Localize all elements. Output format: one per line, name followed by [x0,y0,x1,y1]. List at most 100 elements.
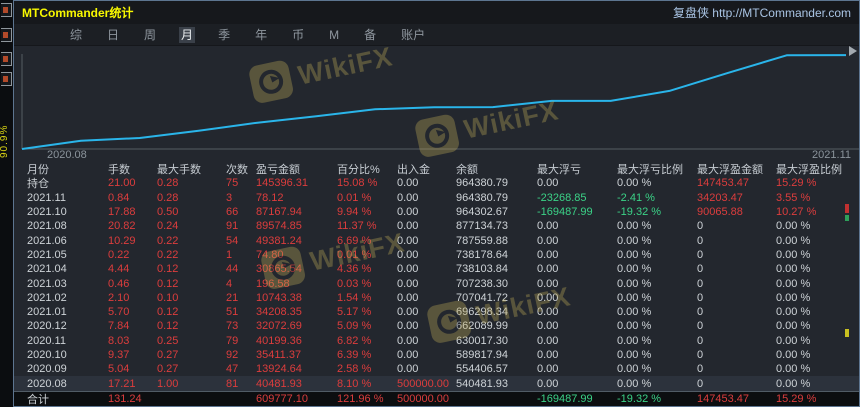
cell-balance: 554406.57 [456,363,508,376]
background-toolbar-button[interactable] [1,72,12,86]
background-toolbar-button[interactable] [1,52,12,66]
background-toolbar-button[interactable] [1,3,12,17]
cell-lots: 5.04 [108,363,130,376]
menu-item-day[interactable]: 日 [105,27,121,43]
cell-max-floating-profit: 0 [697,349,704,361]
table-row[interactable]: 2021.08 20.82 0.24 91 89574.85 11.37 % 0.00 877… [14,219,859,233]
cell-profit: 609777.10 [256,392,308,405]
table-row[interactable]: 2021.04 4.44 0.12 44 30865.54 4.36 % 0.00 73810… [14,262,859,276]
cell-max-floating-loss-pct: 0.00 % [617,334,652,347]
equity-line [21,54,847,150]
cell-lots: 0.84 [108,191,130,204]
cell-percent: 9.94 % [337,206,372,219]
cell-count: 1 [226,248,233,261]
cell-percent: 0.03 % [337,277,372,290]
table-total-row[interactable]: 合计 131.24 609777.10 121.96 % 500000.00 -16948… [14,390,859,407]
background-toolbar-button[interactable] [1,28,12,42]
cell-profit: 10743.38 [256,291,302,304]
cell-max-floating-profit: 0 [697,234,704,247]
cell-count: 4 [226,277,233,290]
brand-link[interactable]: 复盘侠 http://MTCommander.com [673,4,851,21]
cell-max-floating-loss: 0.00 [537,220,559,233]
table-row[interactable]: 2021.02 2.10 0.10 21 10743.38 1.54 % 0.00 70704… [14,291,859,305]
cell-profit: 49381.24 [256,234,302,247]
cell-max-lots: 0.28 [157,191,179,204]
cell-balance: 738103.84 [456,263,508,276]
cell-percent: 5.17 % [337,306,372,319]
cell-max-floating-loss: 0.00 [537,263,559,276]
cell-profit: 40481.93 [256,377,302,390]
edge-artifact [845,215,849,221]
menu-item-summary[interactable]: 综 [68,27,84,43]
scroll-right-arrow-icon[interactable] [849,46,857,56]
cell-max-floating-profit: 90065.88 [697,206,743,219]
cell-balance: 964302.67 [456,206,508,219]
row-month-label: 2021.02 [27,291,67,304]
cell-percent: 6.39 % [337,349,372,361]
cell-max-floating-profit: 0 [697,248,704,261]
cell-deposit: 0.00 [397,206,419,219]
cell-percent: 0.01 % [337,248,372,261]
menu-item-month[interactable]: 月 [179,26,196,43]
menu-item-backup[interactable]: 备 [362,27,378,43]
menu-item-account[interactable]: 账户 [399,27,427,43]
table-row[interactable]: 2021.05 0.22 0.22 1 74.80 0.01 % 0.00 738178.64… [14,248,859,262]
table-row[interactable]: 2020.09 5.04 0.27 47 13924.64 2.58 % 0.00 55440… [14,362,859,376]
table-row[interactable]: 2021.03 0.46 0.12 4 196.58 0.03 % 0.00 707238.3… [14,276,859,290]
cell-max-floating-profit-pct: 0.00 % [776,277,811,290]
cell-balance: 787559.88 [456,234,508,247]
cell-max-floating-profit: 0 [697,334,704,347]
column-header-max-floating-loss: 最大浮亏 [537,164,581,177]
cell-profit: 78.12 [256,191,284,204]
cell-max-floating-loss: 0.00 [537,377,559,390]
table-row[interactable]: 2020.11 8.03 0.25 79 40199.36 6.82 % 0.00 63001… [14,334,859,348]
menu-item-week[interactable]: 周 [142,27,158,43]
menu-item-currency[interactable]: 币 [290,27,306,43]
cell-max-lots: 0.22 [157,248,179,261]
table-row[interactable]: 2020.08 17.21 1.00 81 40481.93 8.10 % 500000.0… [14,376,859,391]
stats-table: 月份 手数 最大手数 次数 盈亏金额 百分比% 出入金 余额 最大浮亏 最大浮亏比例 最大浮盈金额最… [14,162,859,407]
stats-table-header: 月份 手数 最大手数 次数 盈亏金额 百分比% 出入金 余额 最大浮亏 最大浮亏比例 最大浮盈金额最… [14,162,859,176]
table-row[interactable]: 2020.10 9.37 0.27 92 35411.37 6.39 % 0.00 58981… [14,348,859,362]
x-axis-end-label: 2021.11 [812,149,851,161]
edge-artifact [845,329,849,337]
table-row[interactable]: 持仓 21.00 0.28 75 145396.31 15.08 % 0.00 964380.… [14,176,859,190]
menu-item-year[interactable]: 年 [253,27,269,43]
cell-max-floating-loss-pct: 0.00 % [617,377,652,390]
cell-percent: 2.58 % [337,363,372,376]
cell-deposit: 0.00 [397,277,419,290]
cell-deposit: 0.00 [397,191,419,204]
equity-chart-svg [21,54,859,150]
table-row[interactable]: 2021.11 0.84 0.28 3 78.12 0.01 % 0.00 964380.79… [14,191,859,205]
cell-profit: 40199.36 [256,334,302,347]
row-month-label: 2021.10 [27,206,67,219]
menu-bar: 综 日 周 月 季 年 币 M 备 账户 [14,24,859,46]
row-month-label: 2020.08 [27,377,67,390]
cell-balance: 696298.34 [456,306,508,319]
background-percent-label: 90.9% [0,124,10,158]
cell-max-floating-profit-pct: 15.29 % [776,392,817,405]
menu-item-quarter[interactable]: 季 [216,27,232,43]
cell-max-lots: 0.50 [157,206,179,219]
cell-max-floating-loss-pct: 0.00 % [617,234,652,247]
cell-percent: 5.09 % [337,320,372,333]
menu-item-m[interactable]: M [327,27,341,43]
cell-max-floating-profit-pct: 3.55 % [776,191,811,204]
cell-lots: 0.22 [108,248,130,261]
table-row[interactable]: 2020.12 7.84 0.12 73 32072.69 5.09 % 0.00 66208… [14,319,859,333]
cell-deposit: 0.00 [397,349,419,361]
column-header-profit: 盈亏金额 [256,164,300,177]
cell-count: 3 [226,191,233,204]
row-month-label: 2021.11 [27,191,66,204]
cell-lots: 17.21 [108,377,136,390]
table-row[interactable]: 2021.06 10.29 0.22 54 49381.24 6.69 % 0.00 7875… [14,233,859,247]
table-row[interactable]: 2021.10 17.88 0.50 66 87167.94 9.94 % 0.00 9643… [14,205,859,219]
cell-profit: 145396.31 [256,177,308,190]
table-row[interactable]: 2021.01 5.70 0.12 51 34208.35 5.17 % 0.00 69629… [14,305,859,319]
cell-max-lots: 0.12 [157,277,179,290]
cell-percent: 6.69 % [337,234,372,247]
cell-max-floating-profit-pct: 0.00 % [776,363,811,376]
cell-percent: 11.37 % [337,220,377,233]
cell-count: 44 [226,263,239,276]
cell-deposit: 0.00 [397,334,419,347]
